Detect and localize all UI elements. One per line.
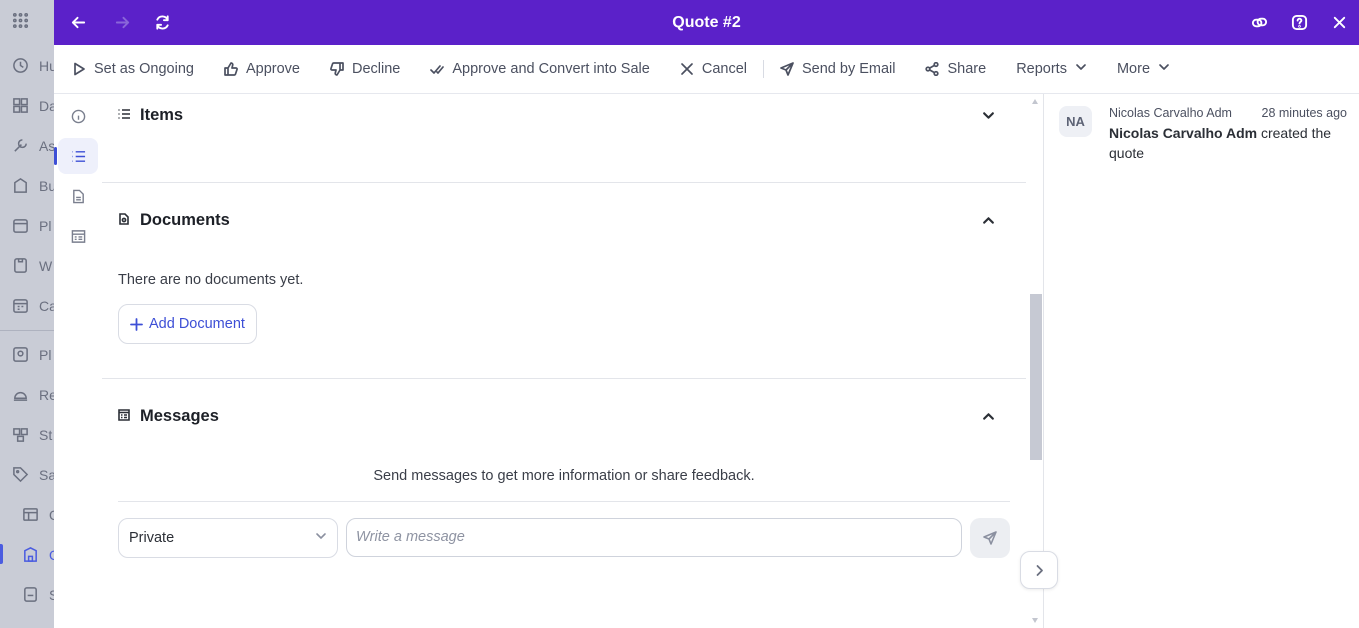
chevron-up-icon[interactable]: [978, 210, 998, 230]
messages-section-header[interactable]: Messages: [118, 405, 1010, 427]
message-input[interactable]: [346, 518, 962, 557]
items-section-header[interactable]: Items: [118, 104, 1010, 126]
messages-hint: Send messages to get more information or…: [373, 468, 755, 484]
bg-sidebar-item: As: [12, 137, 54, 154]
approve-convert-button[interactable]: Approve and Convert into Sale: [430, 61, 650, 77]
decline-button[interactable]: Decline: [330, 61, 400, 77]
info-icon: [71, 109, 85, 123]
bg-sidebar-item: Q: [22, 506, 54, 523]
documents-section-title: Documents: [140, 210, 230, 229]
scroll-up-arrow[interactable]: [1032, 99, 1038, 104]
chevron-down-icon: [1076, 64, 1086, 70]
background-sidebar: Hu Da As Bu Pl W Ca Pl Re St Sa Q Q S: [0, 0, 54, 628]
link-icon: [1251, 17, 1267, 27]
quote-content: Items Documents There are no documents y…: [102, 94, 1026, 628]
messages-section-title: Messages: [140, 406, 219, 425]
help-icon: [1291, 14, 1307, 30]
modal-title: Quote #2: [672, 13, 741, 31]
quote-modal: Quote #2 Set as Ongoing Approve Decline …: [54, 0, 1359, 628]
messages-icon: [71, 229, 85, 243]
x-icon: [680, 63, 693, 75]
forward-button[interactable]: [110, 10, 134, 34]
activity-author: Nicolas Carvalho Adm: [1109, 106, 1232, 120]
action-toolbar: Set as Ongoing Approve Decline Approve a…: [54, 45, 1359, 94]
send-by-email-button[interactable]: Send by Email: [780, 61, 895, 77]
apps-grid-icon: [12, 12, 29, 29]
cancel-button[interactable]: Cancel: [680, 61, 747, 77]
messages-section: Messages Send messages to get more infor…: [102, 379, 1026, 628]
chevron-down-icon[interactable]: [978, 105, 998, 125]
modal-titlebar: Quote #2: [54, 0, 1359, 45]
avatar: NA: [1059, 106, 1092, 137]
items-section: Items: [102, 94, 1026, 183]
approve-button[interactable]: Approve: [224, 61, 300, 77]
close-button[interactable]: [1327, 10, 1351, 34]
messages-icon: [118, 408, 130, 424]
items-section-title: Items: [140, 105, 184, 124]
document-icon: [118, 212, 130, 228]
chevron-down-icon: [316, 533, 326, 540]
refresh-icon: [155, 14, 169, 30]
bg-sidebar-item: W: [12, 257, 52, 274]
bg-sidebar-item: Re: [12, 386, 54, 403]
reports-dropdown[interactable]: Reports: [1016, 61, 1087, 77]
toolbar-divider: [762, 60, 764, 78]
activity-time: 28 minutes ago: [1261, 106, 1347, 120]
share-button[interactable]: Share: [925, 61, 986, 77]
double-check-icon: [430, 65, 445, 74]
bg-sidebar-item: St: [12, 426, 52, 443]
documents-section-header[interactable]: Documents: [118, 209, 1010, 231]
bg-sidebar-item: Pl: [12, 346, 51, 363]
documents-section: Documents There are no documents yet. Ad…: [102, 183, 1026, 379]
set-ongoing-button[interactable]: Set as Ongoing: [72, 61, 194, 77]
more-dropdown[interactable]: More: [1117, 61, 1170, 77]
rail-messages-button[interactable]: [58, 218, 98, 254]
refresh-button[interactable]: [150, 10, 174, 34]
documents-empty-text: There are no documents yet.: [118, 272, 304, 288]
send-icon: [983, 531, 997, 545]
bg-sidebar-item: Bu: [12, 177, 54, 194]
bg-sidebar-item: Da: [12, 97, 54, 114]
close-icon: [1333, 16, 1345, 28]
scrollbar-thumb[interactable]: [1030, 294, 1042, 460]
list-icon: [118, 107, 130, 123]
copy-link-button[interactable]: [1247, 10, 1271, 34]
scroll-down-arrow[interactable]: [1032, 618, 1038, 623]
help-button[interactable]: [1287, 10, 1311, 34]
thumbs-up-icon: [224, 62, 238, 76]
chevron-up-icon[interactable]: [978, 406, 998, 426]
messages-divider: [118, 501, 1010, 502]
activity-text: Nicolas Carvalho Adm created the quote: [1109, 123, 1349, 163]
list-icon: [71, 150, 85, 162]
rail-info-button[interactable]: [58, 98, 98, 134]
arrow-right-icon: [115, 16, 129, 28]
plus-icon: [130, 317, 143, 331]
back-button[interactable]: [66, 10, 90, 34]
bg-sidebar-item: Sa: [12, 466, 54, 483]
section-rail: [54, 94, 102, 628]
thumbs-down-icon: [330, 62, 344, 76]
share-icon: [925, 62, 940, 76]
chevron-right-icon: [1036, 564, 1043, 576]
rail-items-button[interactable]: [54, 138, 98, 174]
chevron-down-icon: [1159, 64, 1169, 70]
activity-panel: NA Nicolas Carvalho Adm 28 minutes ago N…: [1043, 94, 1359, 628]
rail-documents-button[interactable]: [58, 178, 98, 214]
activity-actor: Nicolas Carvalho Adm: [1109, 125, 1258, 141]
bg-sidebar-item: Ca: [12, 297, 54, 314]
bg-sidebar-item: Hu: [12, 57, 54, 74]
bg-sidebar-item-active: Q: [22, 546, 54, 563]
send-icon: [780, 62, 794, 76]
add-document-button[interactable]: Add Document: [118, 304, 257, 344]
bg-sidebar-item: Pl: [12, 217, 51, 234]
document-icon: [72, 189, 84, 203]
play-icon: [74, 62, 85, 76]
bg-sidebar-item: S: [22, 586, 54, 603]
send-message-button[interactable]: [970, 518, 1010, 558]
expand-panel-button[interactable]: [1020, 551, 1058, 589]
message-visibility-select[interactable]: Private: [118, 518, 338, 558]
content-scrollbar[interactable]: [1028, 94, 1042, 628]
arrow-left-icon: [71, 16, 85, 28]
